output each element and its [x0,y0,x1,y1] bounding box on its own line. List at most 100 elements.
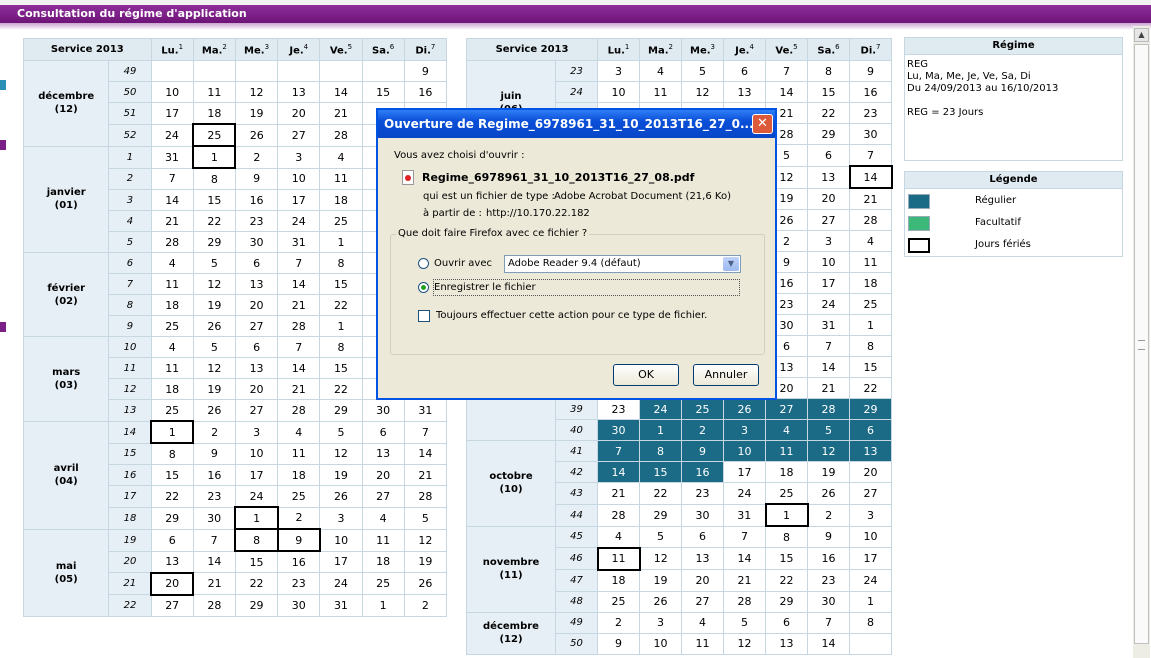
day-cell: 14 [723,547,767,570]
day-cell: 30 [234,231,279,253]
day-cell: 1 [764,503,809,527]
day-cell: 4 [319,145,363,169]
legend-item: Régulier [905,193,1122,211]
day-cell: 22 [765,569,809,592]
day-cell: 18 [192,102,236,125]
day-cell: 7 [192,528,236,552]
day-cell: 17 [150,102,194,125]
application-select[interactable]: Adobe Reader 9.4 (défaut) ▼ [504,255,741,273]
month-code: (02) [54,295,78,307]
day-cell: 28 [277,399,321,422]
day-cell: 4 [639,60,683,82]
vertical-scrollbar[interactable]: ▲ [1133,26,1150,658]
day-cell: 7 [807,335,851,357]
day-cell: 23 [597,398,641,420]
day-cell: 1 [361,594,405,617]
day-cell: 10 [597,81,641,103]
day-header: Sa.6 [361,38,405,61]
day-cell: 21 [807,377,851,399]
day-cell [234,60,279,82]
day-cell: 28 [723,590,767,613]
day-cell: 21 [597,482,641,505]
dialog-intro: Vous avez choisi d'ouvrir : [394,150,525,161]
day-cell [849,632,893,655]
legend-label: Régulier [975,195,1017,206]
week-number: 41 [554,440,599,462]
day-cell: 29 [192,231,236,253]
day-cell: 20 [150,571,195,596]
day-cell: 18 [277,464,321,486]
week-number: 46 [554,547,599,570]
day-cell: 16 [681,461,725,483]
day-cell: 29 [849,398,893,420]
day-cell: 21 [723,569,767,592]
cancel-button[interactable]: Annuler [693,364,759,386]
day-cell: 19 [234,102,279,125]
open-with-label[interactable]: Ouvrir avec [434,258,492,269]
chevron-down-icon[interactable]: ▼ [723,257,739,271]
day-cell: 14 [319,81,363,103]
service-header: Service 2013 [465,38,599,61]
day-cell: 1 [849,314,893,336]
day-cell: 11 [319,167,363,190]
week-number: 7 [108,273,152,295]
day-cell: 13 [150,550,194,573]
day-cell: 18 [150,294,194,316]
day-cell: 24 [319,572,363,595]
month-label: décembre (12) [22,60,110,147]
day-cell: 4 [150,336,194,358]
week-number: 52 [108,123,152,147]
day-cell: 21 [319,102,363,125]
day-cell: 25 [681,398,725,420]
day-cell: 8 [319,336,363,358]
day-cell: 15 [319,357,363,379]
save-file-label[interactable]: Enregistrer le fichier [434,282,536,293]
save-file-radio[interactable] [418,282,429,293]
scrollbar-thumb[interactable] [1134,44,1149,644]
week-number: 3 [108,189,152,211]
day-cell: 12 [681,81,725,103]
day-cell: 27 [765,398,809,420]
day-cell: 9 [192,442,236,465]
month-name: juin [500,90,522,102]
week-number: 17 [108,485,152,508]
day-cell: 9 [403,60,448,82]
day-cell: 13 [765,632,809,655]
day-cell: 12 [639,547,683,570]
day-header: Je.4 [723,38,767,61]
week-number: 43 [554,482,599,505]
day-cell: 8 [765,525,809,548]
day-cell: 24 [849,569,893,592]
day-cell: 3 [849,503,893,527]
day-cell: 20 [277,102,321,125]
day-cell: 21 [403,464,448,486]
day-cell: 28 [807,398,851,420]
day-cell: 16 [849,81,893,103]
day-cell: 25 [150,399,194,422]
day-cell: 22 [234,572,279,595]
day-cell: 8 [234,528,279,552]
pdf-icon [402,170,414,185]
open-with-radio[interactable] [418,258,429,269]
day-cell: 18 [319,189,363,211]
day-cell: 14 [807,632,851,655]
scroll-up-arrow-icon[interactable]: ▲ [1134,28,1149,42]
day-cell: 6 [807,144,851,167]
dialog-title: Ouverture de Regime_6978961_31_10_2013T1… [378,110,775,138]
day-cell: 22 [807,102,851,124]
day-cell: 27 [849,482,893,505]
regime-line: Lu, Ma, Me, Je, Ve, Sa, Di [907,71,1031,82]
always-label[interactable]: Toujours effectuer cette action pour ce … [436,310,707,321]
week-number: 20 [108,550,152,573]
day-cell: 11 [765,440,809,462]
close-icon[interactable]: ✕ [752,114,773,134]
ok-button[interactable]: OK [613,364,679,386]
side-tab-purple-1[interactable] [0,140,6,150]
always-checkbox[interactable] [418,310,430,322]
day-cell: 12 [192,273,236,295]
day-cell: 13 [234,273,279,295]
day-cell: 3 [723,419,767,441]
side-tab-blue[interactable] [0,80,6,90]
side-tab-purple-2[interactable] [0,322,6,332]
day-cell: 8 [807,60,851,82]
